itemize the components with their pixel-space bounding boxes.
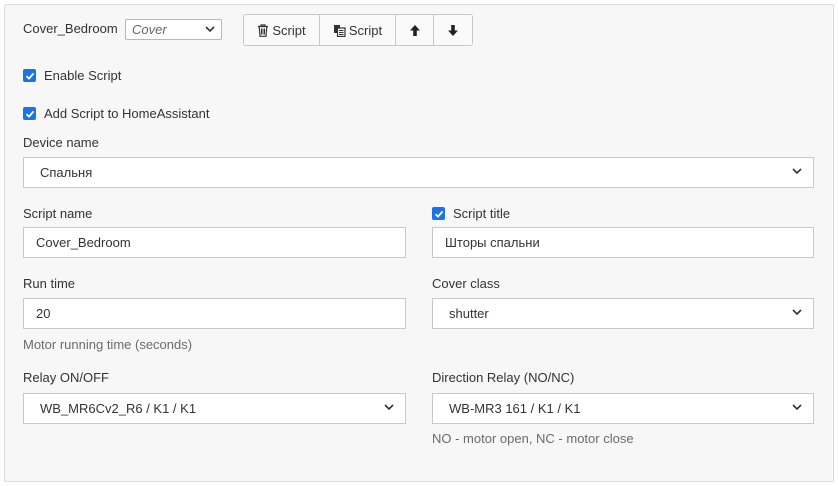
relay-on-off-value: WB_MR6Cv2_R6 / K1 / K1 <box>40 401 197 416</box>
arrow-up-icon <box>409 24 421 37</box>
script-title-checkbox[interactable] <box>432 207 445 220</box>
script-type-select[interactable]: Cover <box>125 19 222 40</box>
script-toolbar: Script Script <box>243 14 473 46</box>
script-title-input[interactable]: Шторы спальни <box>432 227 814 258</box>
run-time-input[interactable]: 20 <box>23 298 406 329</box>
run-time-help: Motor running time (seconds) <box>23 337 193 352</box>
enable-script-label: Enable Script <box>44 68 122 83</box>
device-name-select[interactable]: Спальня <box>23 157 814 188</box>
copy-script-button[interactable]: Script <box>320 15 396 45</box>
enable-script-row[interactable]: Enable Script <box>23 68 121 83</box>
move-up-button[interactable] <box>396 15 434 45</box>
checkmark-icon <box>434 210 443 218</box>
checkmark-icon <box>25 72 34 80</box>
chevron-down-icon <box>791 165 803 180</box>
add-to-ha-label: Add Script to HomeAssistant <box>44 106 210 121</box>
arrow-down-icon <box>447 24 459 37</box>
copy-icon <box>333 24 346 37</box>
device-name-label: Device name <box>23 135 99 150</box>
cover-class-value: shutter <box>449 306 489 321</box>
run-time-value: 20 <box>36 306 51 321</box>
script-type-value: Cover <box>132 22 167 37</box>
cover-class-label: Cover class <box>432 276 500 291</box>
delete-script-label: Script <box>272 22 306 38</box>
device-name-value: Спальня <box>40 165 93 180</box>
enable-script-checkbox[interactable] <box>23 69 36 82</box>
script-title-value: Шторы спальни <box>445 235 540 250</box>
script-name-label: Script name <box>23 206 93 221</box>
chevron-down-icon <box>791 306 803 321</box>
trash-icon <box>257 23 269 37</box>
cover-class-select[interactable]: shutter <box>432 298 814 329</box>
direction-relay-label: Direction Relay (NO/NC) <box>432 370 575 385</box>
script-name-input[interactable]: Cover_Bedroom <box>23 227 406 258</box>
chevron-down-icon <box>791 401 803 416</box>
copy-script-label: Script <box>348 22 383 38</box>
direction-relay-help: NO - motor open, NC - motor close <box>432 431 634 446</box>
script-name-header: Cover_Bedroom <box>23 21 118 36</box>
script-title-row[interactable]: Script title <box>432 206 510 221</box>
script-name-value: Cover_Bedroom <box>36 235 131 250</box>
direction-relay-value: WB-MR3 161 / K1 / K1 <box>449 401 581 416</box>
checkmark-icon <box>25 110 34 118</box>
chevron-down-icon <box>204 23 216 38</box>
relay-on-off-label: Relay ON/OFF <box>23 370 109 385</box>
direction-relay-select[interactable]: WB-MR3 161 / K1 / K1 <box>432 393 814 424</box>
run-time-label: Run time <box>23 276 76 291</box>
add-to-ha-row[interactable]: Add Script to HomeAssistant <box>23 106 209 121</box>
relay-on-off-select[interactable]: WB_MR6Cv2_R6 / K1 / K1 <box>23 393 406 424</box>
delete-script-button[interactable]: Script <box>244 15 320 45</box>
move-down-button[interactable] <box>434 15 472 45</box>
add-to-ha-checkbox[interactable] <box>23 107 36 120</box>
chevron-down-icon <box>383 401 395 416</box>
script-title-label: Script title <box>453 206 511 221</box>
